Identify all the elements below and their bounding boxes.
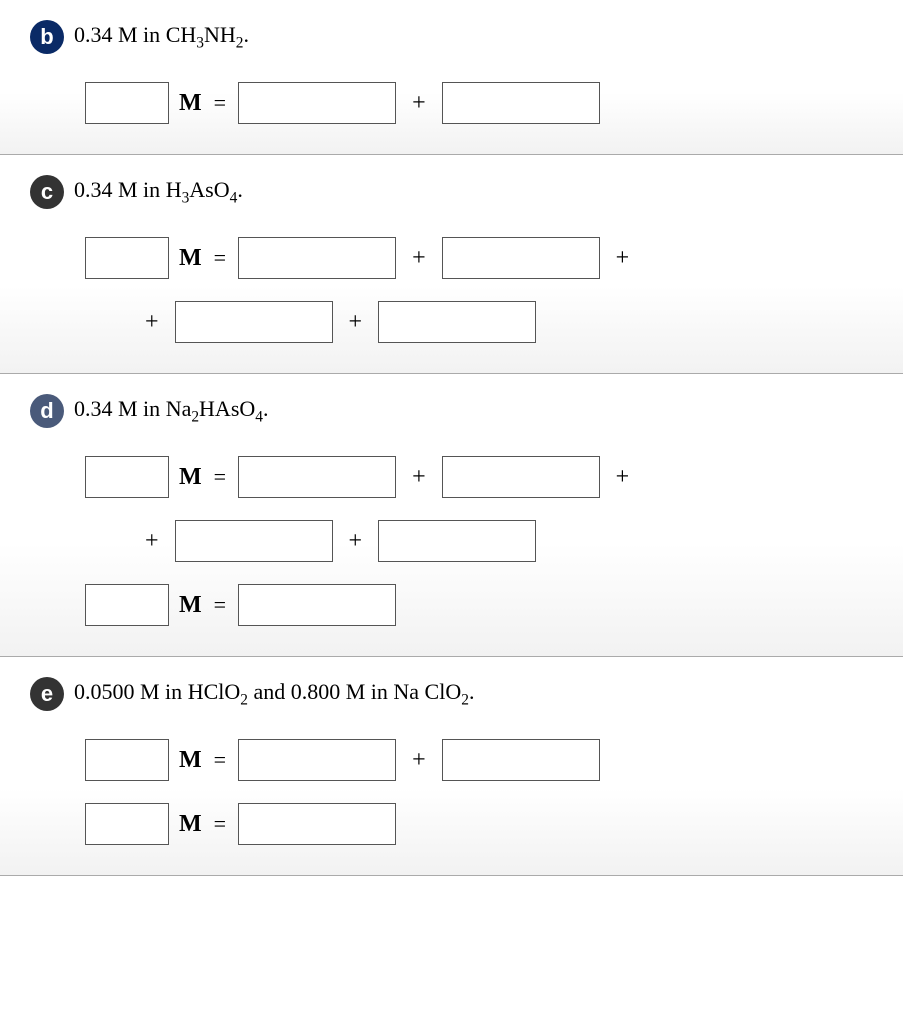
- part-d-conc1-input[interactable]: [85, 456, 169, 498]
- part-d-product1-input[interactable]: [238, 456, 396, 498]
- plus-label: +: [145, 528, 159, 555]
- part-d: d 0.34 M in Na2HAsO4. M = + + + +: [0, 374, 903, 657]
- equals-label: =: [214, 592, 226, 618]
- part-d-prefix: 0.34 M in: [74, 396, 166, 421]
- unit-m-label: M: [179, 592, 202, 619]
- part-d-prompt: 0.34 M in Na2HAsO4.: [74, 395, 268, 427]
- part-d-suffix: .: [263, 396, 269, 421]
- equals-label: =: [214, 464, 226, 490]
- unit-m-label: M: [179, 747, 202, 774]
- plus-label: +: [145, 309, 159, 336]
- part-d-row2: + +: [85, 520, 873, 562]
- unit-m-label: M: [179, 90, 202, 117]
- plus-label: +: [349, 528, 363, 555]
- equals-label: =: [214, 811, 226, 837]
- part-e-answers: M = + M =: [30, 739, 873, 845]
- part-c-answers: M = + + + +: [30, 237, 873, 343]
- part-c-product4-input[interactable]: [378, 301, 536, 343]
- part-b-badge: b: [30, 20, 64, 54]
- part-e-mid: and 0.800 M in: [248, 679, 393, 704]
- part-b-prompt: 0.34 M in CH3NH2.: [74, 21, 249, 53]
- unit-m-label: M: [179, 811, 202, 838]
- equals-label: =: [214, 245, 226, 271]
- part-c-conc-input[interactable]: [85, 237, 169, 279]
- worksheet-container: b 0.34 M in CH3NH2. M = + c 0.34 M in H3…: [0, 0, 903, 876]
- part-c-header: c 0.34 M in H3AsO4.: [30, 175, 873, 209]
- part-c-formula: H3AsO4: [166, 177, 238, 202]
- part-d-header: d 0.34 M in Na2HAsO4.: [30, 394, 873, 428]
- part-e-row2: M =: [85, 803, 873, 845]
- part-e-badge: e: [30, 677, 64, 711]
- plus-label: +: [412, 90, 426, 117]
- part-c-row1: M = + +: [85, 237, 873, 279]
- plus-label: +: [616, 464, 630, 491]
- part-d-row1: M = + +: [85, 456, 873, 498]
- part-c-prompt: 0.34 M in H3AsO4.: [74, 176, 243, 208]
- part-b-formula: CH3NH2: [166, 22, 244, 47]
- part-c: c 0.34 M in H3AsO4. M = + + + +: [0, 155, 903, 374]
- part-b-suffix: .: [243, 22, 249, 47]
- part-d-conc2-input[interactable]: [85, 584, 169, 626]
- part-e-product2-input[interactable]: [442, 739, 600, 781]
- plus-label: +: [412, 464, 426, 491]
- part-c-suffix: .: [237, 177, 243, 202]
- part-c-badge: c: [30, 175, 64, 209]
- part-d-product4-input[interactable]: [378, 520, 536, 562]
- part-b-conc-input[interactable]: [85, 82, 169, 124]
- plus-label: +: [616, 245, 630, 272]
- part-b-product2-input[interactable]: [442, 82, 600, 124]
- part-d-product3-input[interactable]: [175, 520, 333, 562]
- part-e: e 0.0500 M in HClO2 and 0.800 M in Na Cl…: [0, 657, 903, 876]
- part-b-product1-input[interactable]: [238, 82, 396, 124]
- part-d-product5-input[interactable]: [238, 584, 396, 626]
- unit-m-label: M: [179, 245, 202, 272]
- part-d-row3: M =: [85, 584, 873, 626]
- part-e-product1-input[interactable]: [238, 739, 396, 781]
- part-c-row2: + +: [85, 301, 873, 343]
- part-d-formula: Na2HAsO4: [166, 396, 263, 421]
- part-e-header: e 0.0500 M in HClO2 and 0.800 M in Na Cl…: [30, 677, 873, 711]
- part-b: b 0.34 M in CH3NH2. M = +: [0, 0, 903, 155]
- part-e-formula2: Na ClO2: [393, 679, 469, 704]
- plus-label: +: [412, 245, 426, 272]
- part-c-product3-input[interactable]: [175, 301, 333, 343]
- part-e-product3-input[interactable]: [238, 803, 396, 845]
- part-e-conc2-input[interactable]: [85, 803, 169, 845]
- part-e-prefix: 0.0500 M in: [74, 679, 188, 704]
- part-c-product2-input[interactable]: [442, 237, 600, 279]
- part-e-row1: M = +: [85, 739, 873, 781]
- part-c-product1-input[interactable]: [238, 237, 396, 279]
- equals-label: =: [214, 90, 226, 116]
- equals-label: =: [214, 747, 226, 773]
- part-e-prompt: 0.0500 M in HClO2 and 0.800 M in Na ClO2…: [74, 678, 474, 710]
- part-c-prefix: 0.34 M in: [74, 177, 166, 202]
- part-d-product2-input[interactable]: [442, 456, 600, 498]
- part-b-row1: M = +: [85, 82, 873, 124]
- part-e-suffix: .: [469, 679, 475, 704]
- part-b-answers: M = +: [30, 82, 873, 124]
- part-e-formula1: HClO2: [188, 679, 248, 704]
- unit-m-label: M: [179, 464, 202, 491]
- plus-label: +: [412, 747, 426, 774]
- part-b-prefix: 0.34 M in: [74, 22, 166, 47]
- part-e-conc1-input[interactable]: [85, 739, 169, 781]
- part-b-header: b 0.34 M in CH3NH2.: [30, 20, 873, 54]
- part-d-answers: M = + + + + M =: [30, 456, 873, 626]
- part-d-badge: d: [30, 394, 64, 428]
- plus-label: +: [349, 309, 363, 336]
